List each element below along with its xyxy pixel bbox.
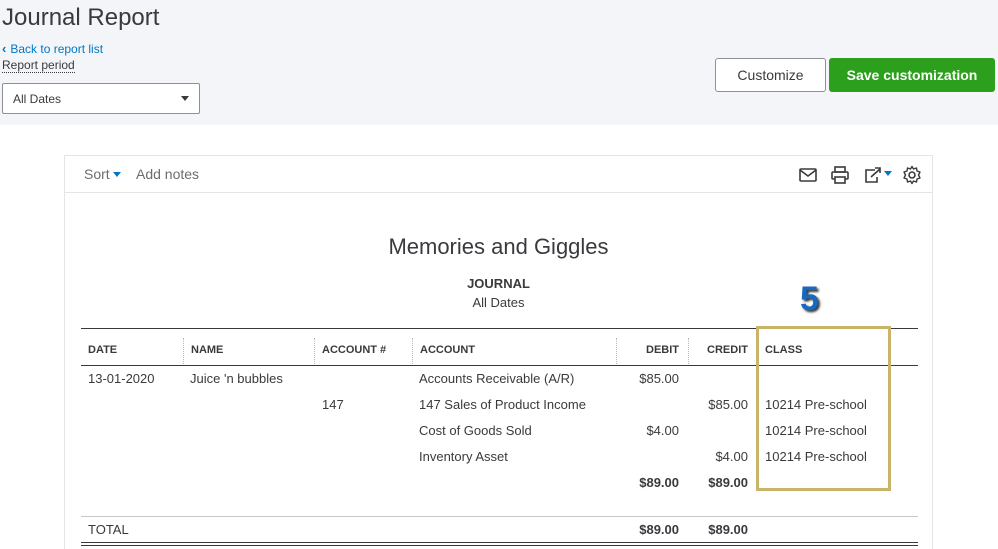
column-header-credit[interactable]: CREDIT: [695, 344, 748, 356]
table-cell-debit[interactable]: $85.00: [605, 371, 679, 386]
table-cell-account[interactable]: Accounts Receivable (A/R): [419, 371, 574, 386]
subtotal-credit: $89.00: [708, 475, 748, 490]
settings-icon[interactable]: [902, 165, 922, 185]
class-column-highlight: [756, 326, 891, 491]
back-link-label: Back to report list: [10, 42, 104, 56]
report-toolbar: Sort Add notes: [65, 156, 932, 193]
column-divider: [688, 338, 689, 364]
chevron-down-icon: [181, 96, 189, 101]
email-icon[interactable]: [799, 165, 817, 185]
total-double-rule: [81, 542, 918, 546]
table-cell-account[interactable]: 147 Sales of Product Income: [419, 397, 586, 412]
add-notes-button[interactable]: Add notes: [136, 166, 199, 182]
table-cell-credit[interactable]: $85.00: [675, 397, 748, 412]
sort-button[interactable]: Sort: [84, 166, 121, 182]
save-customization-button[interactable]: Save customization: [829, 58, 995, 92]
page-title: Journal Report: [2, 4, 160, 31]
print-icon[interactable]: [831, 165, 849, 185]
table-cell-account[interactable]: Inventory Asset: [419, 449, 508, 464]
column-header-debit[interactable]: DEBIT: [625, 344, 679, 356]
column-divider: [616, 338, 617, 364]
total-credit: $89.00: [708, 522, 748, 537]
column-header-name[interactable]: NAME: [191, 344, 223, 356]
report-period-select[interactable]: All Dates: [2, 83, 200, 114]
report-card: Sort Add notes Memories and Giggles JOUR…: [64, 155, 933, 549]
report-header-bar: Journal Report ‹ Back to report list Rep…: [0, 0, 998, 125]
table-cell-credit[interactable]: $4.00: [675, 449, 748, 464]
column-header-account-number[interactable]: ACCOUNT #: [322, 344, 386, 356]
column-divider: [314, 338, 315, 364]
table-cell-account-number: 147: [322, 397, 344, 412]
table-cell-account[interactable]: Cost of Goods Sold: [419, 423, 532, 438]
report-period-label: Report period: [2, 58, 75, 73]
table-cell-debit[interactable]: $4.00: [605, 423, 679, 438]
total-label: TOTAL: [88, 522, 129, 537]
column-divider: [183, 338, 184, 364]
back-to-report-list-link[interactable]: ‹ Back to report list: [2, 42, 103, 56]
column-divider: [412, 338, 413, 364]
column-header-date[interactable]: DATE: [88, 344, 117, 356]
company-name: Memories and Giggles: [388, 234, 609, 259]
chevron-down-icon: [112, 171, 121, 177]
customize-button[interactable]: Customize: [715, 58, 826, 92]
chevron-left-icon: ‹: [2, 41, 7, 56]
report-period-value: All Dates: [13, 91, 62, 106]
sort-label: Sort: [84, 166, 110, 182]
annotation-number: 5: [800, 280, 819, 318]
total-top-rule: [81, 516, 918, 517]
subtotal-debit: $89.00: [639, 475, 679, 490]
table-cell-date: 13-01-2020: [88, 371, 155, 386]
table-cell-name[interactable]: Juice 'n bubbles: [190, 371, 283, 386]
total-debit: $89.00: [639, 522, 679, 537]
export-icon[interactable]: [863, 165, 893, 185]
column-header-account[interactable]: ACCOUNT: [420, 344, 475, 356]
